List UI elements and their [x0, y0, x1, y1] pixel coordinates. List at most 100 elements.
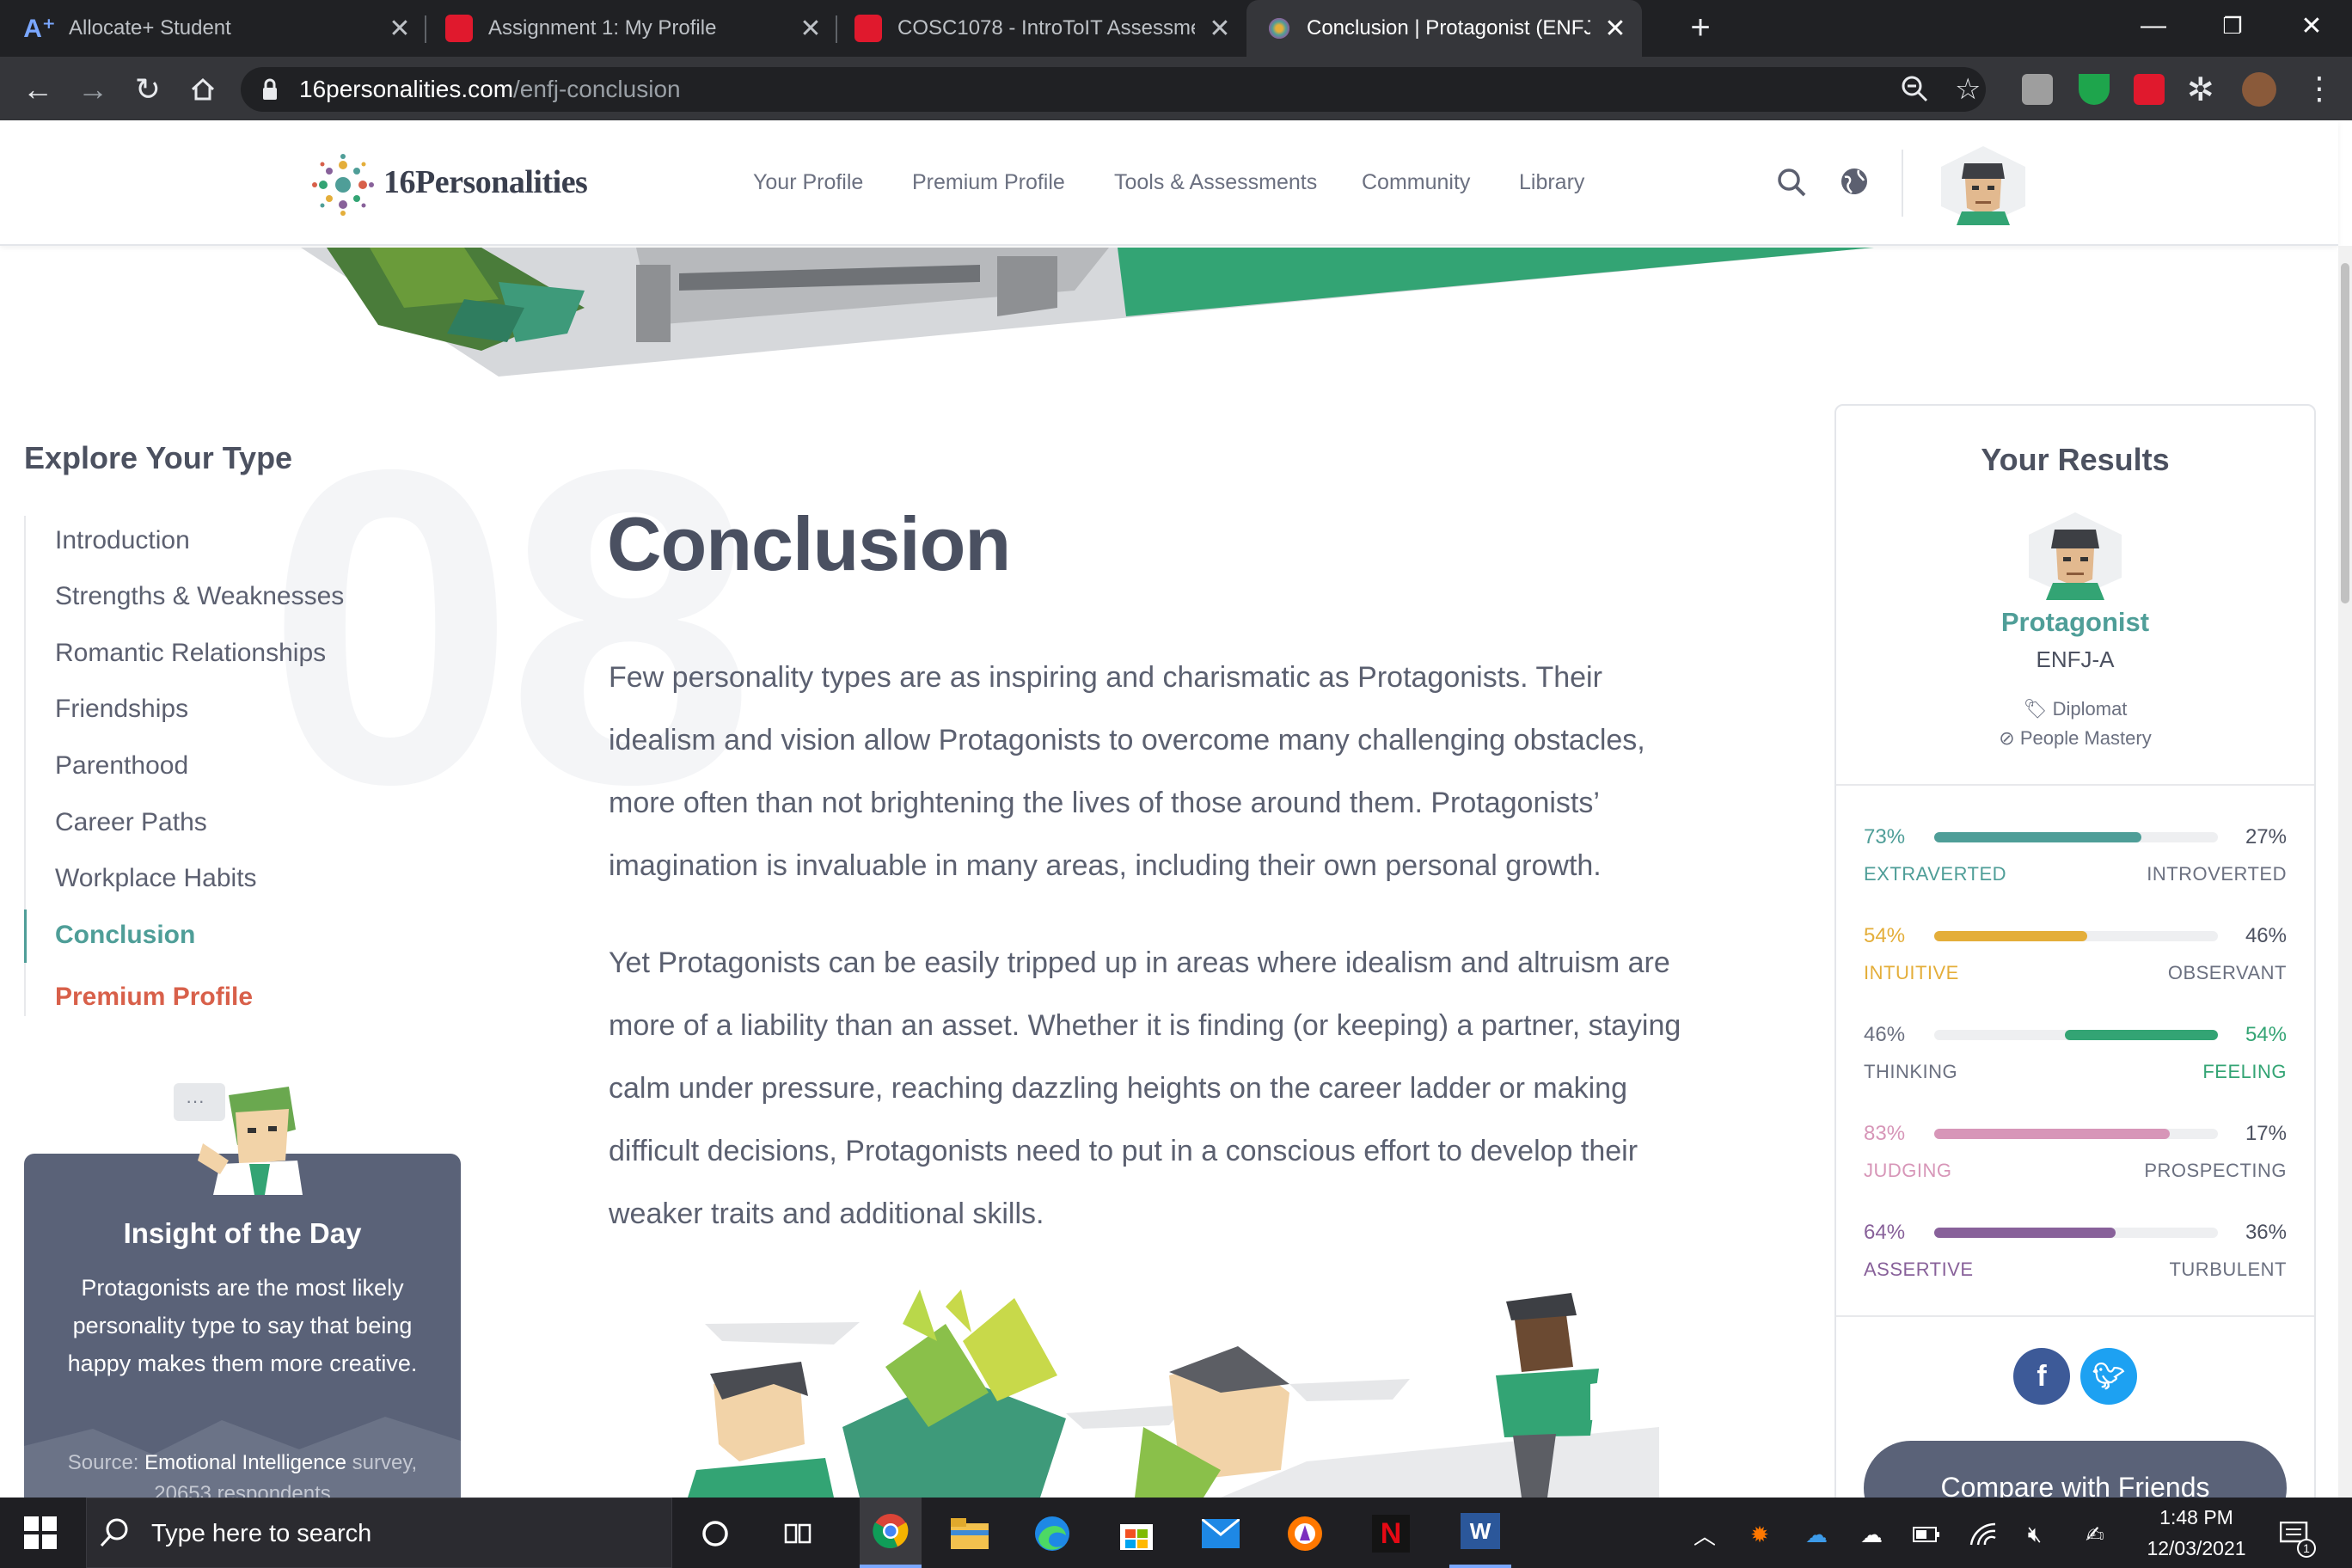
trait-right-label[interactable]: TURBULENT	[2115, 1259, 2287, 1281]
nav-community[interactable]: Community	[1362, 170, 1470, 195]
clock-time[interactable]: 1:48 PM	[2132, 1506, 2261, 1529]
tab-allocate-student[interactable]: A⁺ Allocate+ Student ✕	[23, 0, 413, 57]
pen-ink-icon[interactable]: ✍︎	[2080, 1520, 2110, 1549]
protagonist-avatar[interactable]	[2024, 511, 2127, 604]
lock-icon[interactable]	[261, 77, 279, 106]
insight-title: Insight of the Day	[123, 1217, 362, 1249]
sidebar-item-introduction[interactable]: Introduction	[55, 526, 190, 555]
header-divider	[1902, 150, 1903, 217]
extension-r-icon[interactable]	[2022, 74, 2053, 105]
clock-date[interactable]: 12/03/2021	[2132, 1537, 2261, 1560]
onedrive-icon[interactable]: ☁	[1802, 1520, 1831, 1549]
sidebar-item-premium-profile[interactable]: Premium Profile	[55, 983, 253, 1012]
tab-close-icon[interactable]: ✕	[798, 14, 824, 44]
insight-text: Protagonists are the most likely persona…	[67, 1275, 418, 1376]
avast-icon[interactable]	[1281, 1510, 1329, 1558]
edge-icon[interactable]	[1028, 1510, 1076, 1558]
trait-left-label[interactable]: INTUITIVE	[1864, 962, 1959, 984]
sidebar-item-workplace-habits[interactable]: Workplace Habits	[55, 864, 257, 893]
sidebar-item-romantic-relationships[interactable]: Romantic Relationships	[55, 639, 326, 668]
chrome-menu-icon[interactable]: ⋮	[2304, 70, 2335, 107]
trait-right-label[interactable]: PROSPECTING	[2115, 1160, 2287, 1182]
site-logo-text[interactable]: 16Personalities	[383, 163, 588, 201]
tab-cosc1078[interactable]: COSC1078 - IntroToIT Assessmen ✕	[854, 0, 1233, 57]
role-label[interactable]: 🏷︎ Diplomat	[1834, 698, 2316, 720]
task-view-icon[interactable]	[774, 1510, 822, 1558]
zoom-icon[interactable]	[1900, 74, 1929, 107]
page-scrollbar-thumb[interactable]	[2341, 263, 2349, 603]
microsoft-store-icon[interactable]	[1112, 1510, 1161, 1558]
strategy-label[interactable]: ⊘ People Mastery	[1834, 727, 2316, 750]
trait-left-label[interactable]: ASSERTIVE	[1864, 1259, 1974, 1281]
results-divider	[1836, 1315, 2314, 1317]
nav-tools-assessments[interactable]: Tools & Assessments	[1114, 170, 1317, 195]
tab-close-icon[interactable]: ✕	[1207, 14, 1233, 44]
globe-icon[interactable]	[1840, 167, 1869, 200]
trait-left-label[interactable]: THINKING	[1864, 1061, 1957, 1083]
type-name-link[interactable]: Protagonist	[1834, 607, 2316, 638]
back-arrow-icon[interactable]: ←	[21, 71, 55, 107]
trait-right-label[interactable]: OBSERVANT	[2115, 962, 2287, 984]
trait-bar-track[interactable]	[1934, 832, 2218, 842]
url-text[interactable]: 16personalities.com/enfj-conclusion	[299, 76, 681, 103]
extension-shield-icon[interactable]	[2079, 74, 2110, 105]
minimize-window-icon[interactable]: —	[2115, 0, 2192, 52]
forward-arrow-icon[interactable]: →	[76, 71, 110, 107]
trait-left-label[interactable]: JUDGING	[1864, 1160, 1952, 1182]
trait-right-label[interactable]: INTROVERTED	[2115, 863, 2287, 885]
nav-premium-profile[interactable]: Premium Profile	[912, 170, 1065, 195]
trait-bar-track[interactable]	[1934, 931, 2218, 941]
wifi-icon[interactable]	[1969, 1520, 1998, 1549]
volume-muted-icon[interactable]: 🔇︎	[2020, 1520, 2049, 1549]
tab-assignment-profile[interactable]: Assignment 1: My Profile ✕	[445, 0, 824, 57]
windows-start-icon[interactable]	[24, 1516, 57, 1553]
extension-red-icon[interactable]	[2134, 74, 2165, 105]
battery-icon[interactable]	[1912, 1520, 1941, 1549]
16personalities-logo-icon[interactable]	[311, 153, 375, 221]
avast-tray-icon[interactable]: ✹	[1745, 1520, 1774, 1549]
tab-close-icon[interactable]: ✕	[1602, 14, 1628, 44]
close-window-icon[interactable]: ✕	[2273, 0, 2350, 52]
netflix-icon[interactable]: N	[1367, 1510, 1415, 1558]
search-icon[interactable]	[1776, 167, 1807, 202]
file-explorer-icon[interactable]	[946, 1510, 994, 1558]
cloud-sync-icon[interactable]: ☁	[1857, 1520, 1886, 1549]
chrome-taskbar-icon[interactable]	[860, 1498, 922, 1568]
cortana-icon[interactable]	[691, 1510, 739, 1558]
twitter-share-icon[interactable]: 🐦︎	[2080, 1348, 2137, 1405]
trait-bar-track[interactable]	[1934, 1129, 2218, 1139]
trait-right-label[interactable]: FEELING	[2115, 1061, 2287, 1083]
extensions-puzzle-icon[interactable]: ✲	[2187, 70, 2214, 109]
restore-window-icon[interactable]: ❐	[2194, 0, 2271, 52]
trait-left-label[interactable]: EXTRAVERTED	[1864, 863, 2006, 885]
tab-title: Assignment 1: My Profile	[488, 16, 717, 40]
sidenav-active-indicator	[24, 910, 27, 963]
16personalities-favicon-icon	[1267, 16, 1291, 40]
sidebar-item-strengths-weaknesses[interactable]: Strengths & Weaknesses	[55, 582, 344, 611]
nav-library[interactable]: Library	[1519, 170, 1584, 195]
tab-close-icon[interactable]: ✕	[387, 14, 413, 44]
explore-your-type-heading: Explore Your Type	[24, 440, 293, 475]
sidebar-item-parenthood[interactable]: Parenthood	[55, 751, 188, 781]
new-tab-button[interactable]: +	[1681, 9, 1719, 46]
chrome-profile-avatar[interactable]	[2242, 72, 2276, 107]
bookmark-star-icon[interactable]: ☆	[1955, 72, 1981, 107]
show-hidden-icons-chevron-icon[interactable]: ︿	[1690, 1520, 1719, 1549]
sidebar-item-conclusion[interactable]: Conclusion	[55, 921, 195, 950]
home-icon[interactable]	[186, 72, 220, 107]
sidebar-item-friendships[interactable]: Friendships	[55, 695, 188, 724]
user-avatar[interactable]	[1936, 144, 2030, 231]
insight-source-link[interactable]: Emotional Intelligence	[144, 1451, 346, 1474]
taskbar-search-placeholder[interactable]: Type here to search	[151, 1520, 371, 1548]
tab-title: COSC1078 - IntroToIT Assessmen	[897, 16, 1195, 40]
tab-conclusion-protagonist[interactable]: Conclusion | Protagonist (ENFJ) P ✕	[1246, 0, 1642, 57]
reload-icon[interactable]: ↻	[131, 71, 165, 107]
word-icon[interactable]: W	[1449, 1498, 1511, 1568]
trait-bar-track[interactable]	[1934, 1228, 2218, 1238]
nav-your-profile[interactable]: Your Profile	[753, 170, 863, 195]
facebook-share-icon[interactable]: f	[2013, 1348, 2070, 1405]
conclusion-paragraph-1: Few personality types are as inspiring a…	[609, 661, 1645, 882]
sidebar-item-career-paths[interactable]: Career Paths	[55, 808, 207, 837]
mail-icon[interactable]	[1197, 1510, 1245, 1558]
trait-bar-track[interactable]	[1934, 1030, 2218, 1040]
